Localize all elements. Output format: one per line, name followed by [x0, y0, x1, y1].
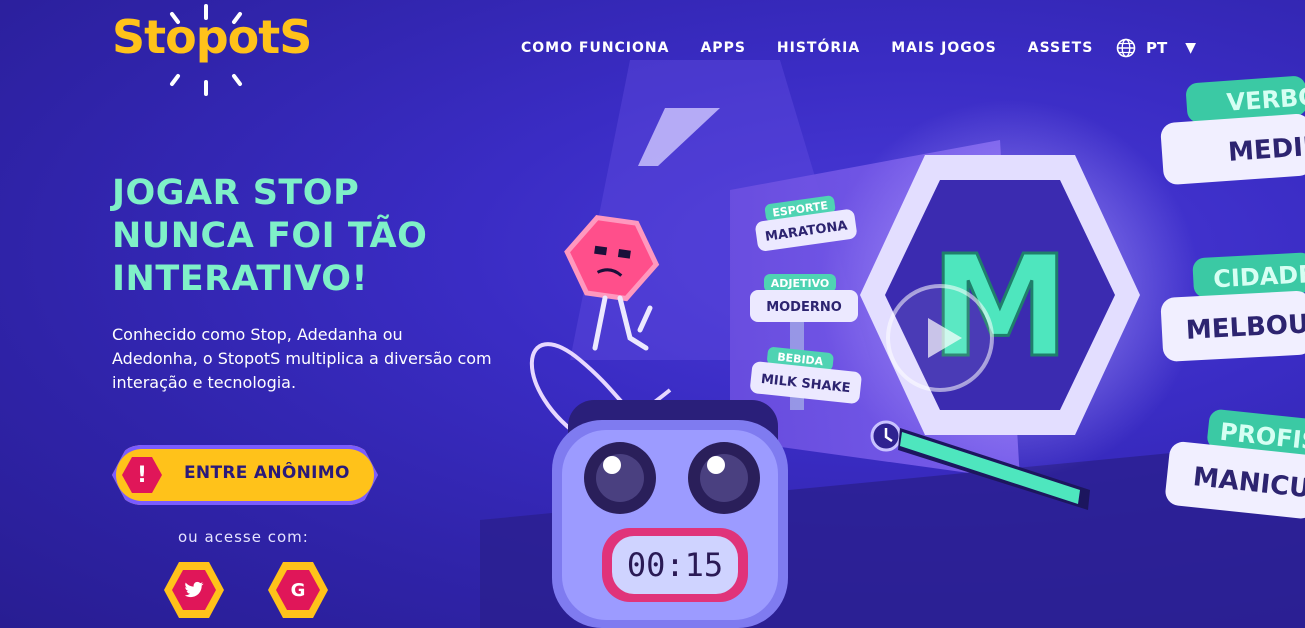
nav-apps[interactable]: APPS: [700, 40, 745, 56]
google-icon: G: [276, 570, 320, 610]
nav-como-funciona[interactable]: COMO FUNCIONA: [521, 40, 669, 56]
google-login-button[interactable]: G: [268, 562, 328, 618]
svg-text:VERBO: VERBO: [1226, 82, 1305, 116]
alt-login-text: ou acesse com:: [178, 528, 309, 546]
hero-headline: JOGAR STOP NUNCA FOI TÃO INTERATIVO!: [112, 173, 428, 299]
svg-text:MEDIR: MEDIR: [1227, 131, 1305, 168]
svg-text:CIDADE: CIDADE: [1213, 260, 1305, 293]
twitter-login-button[interactable]: [164, 562, 224, 618]
nav-assets[interactable]: ASSETS: [1028, 40, 1094, 56]
hero-illustration: M ESPORTE MARATONA ADJETIVO MODERNO BEBI…: [480, 60, 1305, 628]
svg-text:MODERNO: MODERNO: [766, 300, 842, 315]
timer-display: 00:15: [627, 546, 723, 584]
nav-historia[interactable]: HISTÓRIA: [777, 40, 860, 56]
hero-description: Conhecido como Stop, Adedanha ou Adedonh…: [112, 325, 492, 392]
globe-icon: [1116, 38, 1136, 58]
nav-mais-jogos[interactable]: MAIS JOGOS: [891, 40, 997, 56]
language-selector[interactable]: PT ▼: [1116, 38, 1196, 58]
anonymous-login-button[interactable]: ! ENTRE ANÔNIMO: [112, 445, 378, 505]
cta-label: ENTRE ANÔNIMO: [184, 463, 350, 483]
chevron-down-icon: ▼: [1185, 40, 1197, 56]
svg-text:ADJETIVO: ADJETIVO: [771, 277, 830, 290]
logo[interactable]: StopotS: [112, 14, 312, 60]
main-nav: COMO FUNCIONA APPS HISTÓRIA MAIS JOGOS A…: [521, 40, 1124, 56]
language-label: PT: [1146, 39, 1168, 57]
twitter-icon: [172, 570, 216, 610]
